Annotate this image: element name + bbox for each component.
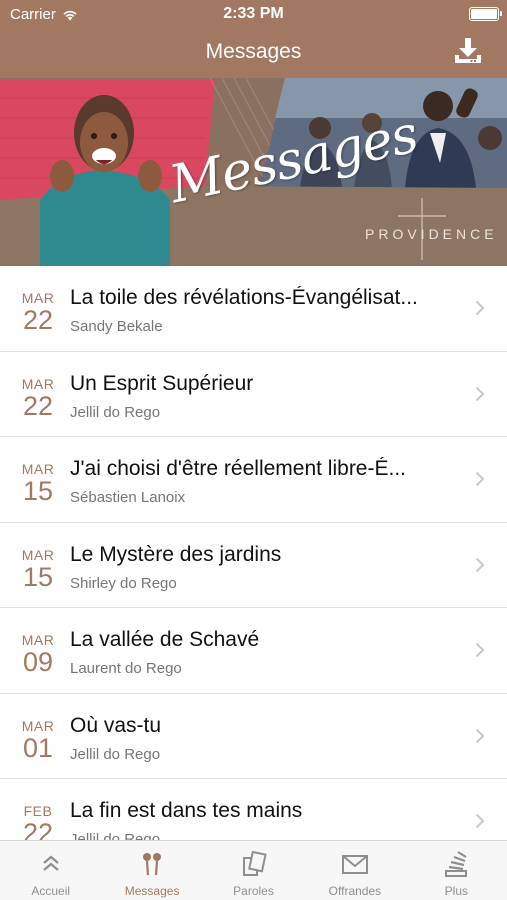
message-title: La toile des révélations-Évangélisat... (70, 286, 418, 309)
date-month: MAR (21, 632, 55, 648)
microphones-icon (143, 853, 162, 876)
message-title: Où vas-tu (70, 713, 162, 737)
tab-offrandes[interactable]: Offrandes (304, 841, 405, 900)
date-badge: FEB 22 (14, 803, 62, 840)
date-day: 09 (22, 647, 54, 677)
download-icon[interactable] (453, 36, 483, 66)
tab-accueil[interactable]: Accueil (0, 841, 101, 900)
stack-icon (445, 851, 468, 877)
page-title: Messages (205, 40, 302, 63)
chevron-right-icon (475, 813, 485, 829)
message-speaker: Shirley do Rego (70, 574, 177, 592)
envelope-icon (341, 855, 368, 874)
message-title: La fin est dans tes mains (70, 799, 303, 822)
message-speaker: Laurent do Rego (70, 660, 182, 677)
list-item[interactable]: MAR 15 Le Mystère des jardins Shirley do… (0, 523, 507, 608)
tab-label: Offrandes (328, 884, 382, 898)
clock: 2:33 PM (223, 5, 284, 22)
date-badge: MAR 22 (14, 376, 62, 420)
tab-paroles[interactable]: Paroles (203, 841, 304, 900)
message-speaker: Sébastien Lanoix (70, 489, 186, 506)
message-title: La vallée de Schavé (70, 628, 260, 651)
tab-label: Plus (444, 884, 468, 898)
documents-icon (242, 850, 267, 876)
date-badge: MAR 09 (14, 632, 62, 676)
tab-plus[interactable]: Plus (406, 841, 507, 900)
date-badge: MAR 01 (14, 718, 62, 762)
chevron-right-icon (475, 471, 485, 487)
date-month: MAR (21, 546, 55, 563)
list-item[interactable]: MAR 01 Où vas-tu Jellil do Rego (0, 694, 507, 779)
list-item[interactable]: MAR 09 La vallée de Schavé Laurent do Re… (0, 608, 507, 694)
list-item[interactable]: MAR 15 J'ai choisi d'être réellement lib… (0, 437, 507, 523)
list-item[interactable]: MAR 22 Un Esprit Supérieur Jellil do Reg… (0, 352, 507, 437)
date-day: 22 (22, 390, 54, 421)
message-title: J'ai choisi d'être réellement libre-É... (70, 457, 406, 480)
tab-label: Paroles (233, 884, 274, 898)
tab-messages[interactable]: Messages (101, 841, 202, 900)
date-day: 01 (22, 732, 54, 763)
date-month: MAR (21, 290, 55, 306)
brand-wordmark: PROVIDENCE (365, 226, 498, 242)
date-month: MAR (21, 717, 55, 734)
message-speaker: Jellil do Rego (70, 403, 161, 421)
message-speaker: Jellil do Rego (70, 831, 161, 840)
tab-bar: Accueil Messages Paroles Offrandes Plus (0, 840, 507, 900)
tab-label: Accueil (31, 884, 71, 898)
date-day: 22 (22, 305, 54, 335)
date-day: 15 (22, 476, 54, 506)
battery-icon (469, 7, 502, 21)
date-day: 22 (22, 818, 54, 840)
list-item[interactable]: MAR 22 La toile des révélations-Évangéli… (0, 266, 507, 352)
message-speaker: Jellil do Rego (70, 745, 161, 763)
messages-list: MAR 22 La toile des révélations-Évangéli… (0, 266, 507, 840)
chevron-right-icon (475, 386, 485, 401)
date-month: FEB (23, 803, 53, 819)
date-day: 15 (22, 561, 54, 592)
message-title: Un Esprit Supérieur (70, 371, 254, 395)
message-speaker: Sandy Bekale (70, 318, 163, 335)
tab-label: Messages (124, 884, 180, 898)
chevron-right-icon (475, 728, 485, 743)
chevron-right-icon (475, 300, 485, 316)
date-month: MAR (21, 461, 55, 477)
message-title: Le Mystère des jardins (70, 542, 282, 566)
date-badge: MAR 22 (14, 290, 62, 334)
date-badge: MAR 15 (14, 461, 62, 505)
status-bar: Carrier 2:33 PM (0, 0, 507, 28)
hero-banner: Messages PROVIDENCE (0, 78, 507, 266)
chevron-right-icon (475, 557, 485, 572)
date-month: MAR (21, 375, 55, 392)
chevron-right-icon (475, 642, 485, 658)
home-chevrons-icon (42, 855, 59, 871)
list-item[interactable]: FEB 22 La fin est dans tes mains Jellil … (0, 779, 507, 840)
navigation-bar: Messages (0, 28, 507, 78)
date-badge: MAR 15 (14, 547, 62, 591)
